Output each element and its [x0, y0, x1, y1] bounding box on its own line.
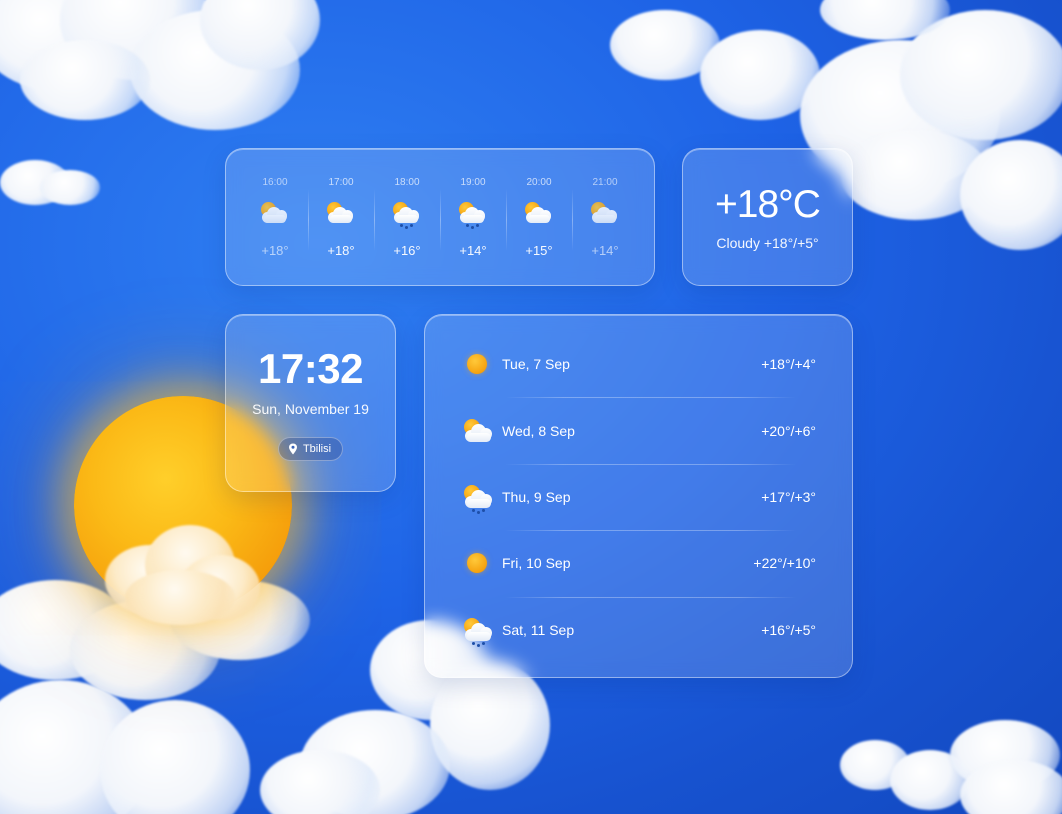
hourly-temperature: +14° — [591, 243, 619, 258]
partly-cloudy-rain-icon — [461, 482, 493, 514]
partly-cloudy-icon — [324, 199, 358, 229]
location-label: Tbilisi — [302, 443, 332, 455]
daily-row: Tue, 7 Sep +18°/+4° — [461, 331, 816, 397]
cloud-decoration — [0, 150, 110, 210]
hourly-temperature: +18° — [327, 243, 355, 258]
current-weather-card: +18°C Cloudy +18°/+5° — [682, 148, 853, 286]
hourly-item: 20:00 +15° — [506, 149, 572, 285]
cloud-decoration — [840, 720, 1062, 814]
current-condition: Cloudy +18°/+5° — [716, 235, 819, 251]
partly-cloudy-icon — [522, 199, 556, 229]
hourly-time: 21:00 — [592, 177, 618, 188]
sun-cloud-decoration — [95, 515, 265, 625]
hourly-item: 21:00 +14° — [572, 149, 638, 285]
daily-temperature-range: +20°/+6° — [761, 422, 816, 439]
sun-icon — [461, 349, 493, 379]
daily-temperature-range: +22°/+10° — [753, 555, 816, 572]
partly-cloudy-rain-icon — [390, 199, 424, 230]
location-chip[interactable]: Tbilisi — [277, 437, 344, 461]
partly-cloudy-rain-icon — [461, 615, 493, 647]
hourly-item: 19:00 +14° — [440, 149, 506, 285]
daily-date: Tue, 7 Sep — [502, 356, 570, 373]
daily-date: Thu, 9 Sep — [502, 488, 571, 505]
hourly-temperature: +18° — [261, 243, 289, 258]
hourly-time: 20:00 — [526, 177, 552, 188]
hourly-item: 16:00 +18° — [242, 149, 308, 285]
hourly-forecast-card: 16:00 +18° 17:00 +18° 18:00 +16° 19:00 +14° 20:0… — [225, 148, 655, 286]
daily-temperature-range: +16°/+5° — [761, 621, 816, 638]
hourly-temperature: +15° — [525, 243, 553, 258]
map-pin-icon — [288, 443, 297, 455]
partly-cloudy-rain-icon — [456, 199, 490, 230]
daily-forecast-card: Tue, 7 Sep +18°/+4° Wed, 8 Sep +20°/+6° Thu,… — [424, 314, 853, 678]
clock-date: Sun, November 19 — [252, 401, 369, 417]
hourly-item: 18:00 +16° — [374, 149, 440, 285]
daily-row: Fri, 10 Sep +22°/+10° — [461, 530, 816, 596]
hourly-item: 17:00 +18° — [308, 149, 374, 285]
hourly-temperature: +16° — [393, 243, 421, 258]
hourly-temperature: +14° — [459, 243, 487, 258]
daily-row: Sat, 11 Sep +16°/+5° — [461, 596, 816, 663]
current-temperature: +18°C — [715, 183, 821, 226]
clock-time: 17:32 — [258, 345, 363, 392]
daily-temperature-range: +17°/+3° — [761, 488, 816, 505]
cloud-decoration — [0, 0, 340, 170]
hourly-time: 18:00 — [394, 177, 420, 188]
daily-temperature-range: +18°/+4° — [761, 356, 816, 373]
daily-date: Sat, 11 Sep — [502, 621, 575, 638]
hourly-time: 16:00 — [262, 177, 288, 188]
daily-date: Wed, 8 Sep — [502, 422, 575, 439]
daily-row: Wed, 8 Sep +20°/+6° — [461, 397, 816, 463]
clock-card: 17:32 Sun, November 19 Tbilisi — [225, 314, 396, 492]
daily-row: Thu, 9 Sep +17°/+3° — [461, 463, 816, 530]
partly-cloudy-icon — [461, 416, 493, 446]
daily-date: Fri, 10 Sep — [502, 555, 571, 572]
hourly-time: 19:00 — [460, 177, 486, 188]
partly-cloudy-icon — [588, 199, 622, 229]
hourly-time: 17:00 — [328, 177, 354, 188]
sun-icon — [461, 548, 493, 578]
partly-cloudy-icon — [258, 199, 292, 229]
